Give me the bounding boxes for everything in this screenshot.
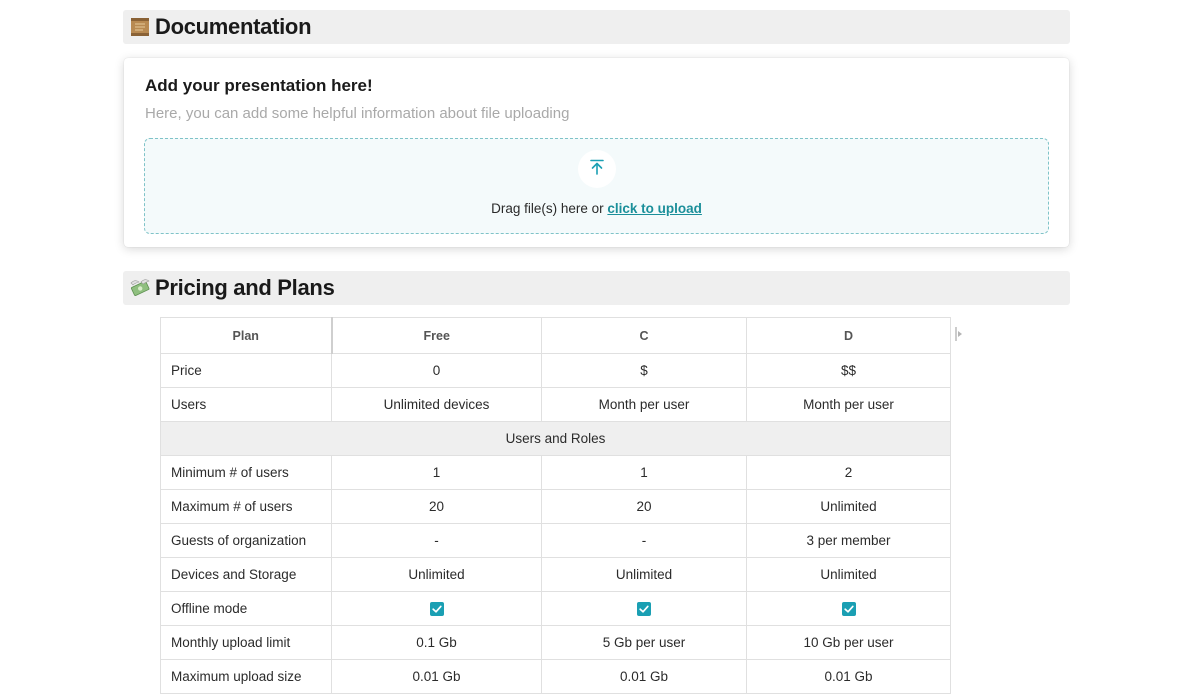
table-header-row: Plan Free C D	[160, 317, 951, 354]
cell-checkbox	[331, 591, 542, 626]
cell-value: 0.01 Gb	[746, 659, 951, 694]
table-row: Minimum # of users 1 1 2	[160, 455, 951, 490]
scroll-icon	[129, 16, 151, 38]
group-label: Users and Roles	[160, 421, 951, 456]
header-c: C	[541, 317, 747, 354]
cell-value: $$	[746, 353, 951, 388]
documentation-title: Documentation	[155, 14, 312, 39]
row-label: Users	[160, 387, 332, 422]
table-row: Maximum upload size 0.01 Gb 0.01 Gb 0.01…	[160, 659, 951, 694]
pricing-table: Plan Free C D Price 0 $ $$ Users Unlimit…	[160, 317, 951, 694]
pricing-title: Pricing and Plans	[155, 275, 335, 300]
offline-mode-c-checkbox[interactable]	[637, 602, 651, 617]
row-label: Minimum # of users	[160, 455, 332, 490]
cell-value: Unlimited	[541, 557, 747, 592]
click-to-upload-link[interactable]: click to upload	[607, 201, 702, 216]
table-row: Offline mode	[160, 591, 951, 626]
cell-value: 0	[331, 353, 542, 388]
upload-title: Add your presentation here!	[145, 76, 373, 95]
offline-mode-free-checkbox[interactable]	[429, 602, 444, 617]
cell-value: -	[541, 523, 747, 558]
cell-value: Unlimited	[746, 489, 951, 524]
cell-value: Month per user	[541, 387, 747, 422]
cell-value: Month per user	[746, 387, 951, 422]
table-row: Maximum # of users 20 20 Unlimited	[160, 489, 951, 524]
cell-value: Unlimited	[331, 557, 542, 592]
cell-value: $	[541, 353, 747, 388]
row-label: Devices and Storage	[160, 557, 332, 592]
upload-card: Add your presentation here! Here, you ca…	[124, 58, 1069, 247]
cell-value: 0.01 Gb	[541, 659, 747, 694]
documentation-header: Documentation	[123, 10, 1070, 44]
cell-value: 1	[541, 455, 747, 490]
cell-value: 3 per member	[746, 523, 951, 558]
cell-value: 1	[331, 455, 542, 490]
pricing-header: Pricing and Plans	[123, 271, 1070, 305]
table-row: Users Unlimited devices Month per user M…	[160, 387, 951, 422]
row-label: Monthly upload limit	[160, 625, 332, 660]
row-label: Offline mode	[160, 591, 332, 626]
cell-checkbox	[746, 591, 951, 626]
cell-value: 20	[331, 489, 542, 524]
row-label: Price	[160, 353, 332, 388]
cell-value: Unlimited devices	[331, 387, 542, 422]
offline-mode-d-checkbox[interactable]	[841, 602, 856, 617]
drop-text: Drag file(s) here or	[491, 201, 608, 216]
upload-arrow-icon	[588, 158, 606, 181]
file-dropzone[interactable]: Drag file(s) here or click to upload	[144, 138, 1049, 234]
table-row: Monthly upload limit 0.1 Gb 5 Gb per use…	[160, 625, 951, 660]
cell-value: Unlimited	[746, 557, 951, 592]
row-label: Maximum # of users	[160, 489, 332, 524]
money-wings-icon	[129, 277, 151, 299]
drop-text-line: Drag file(s) here or click to upload	[145, 201, 1048, 216]
cell-checkbox	[541, 591, 747, 626]
table-row: Price 0 $ $$	[160, 353, 951, 388]
table-row: Guests of organization - - 3 per member	[160, 523, 951, 558]
header-plan: Plan	[160, 317, 333, 354]
cell-value: 0.01 Gb	[331, 659, 542, 694]
header-free: Free	[331, 317, 542, 354]
cell-value: 2	[746, 455, 951, 490]
page: Documentation Add your presentation here…	[0, 0, 1200, 700]
cell-value: 0.1 Gb	[331, 625, 542, 660]
header-d: D	[746, 317, 951, 354]
row-label: Maximum upload size	[160, 659, 332, 694]
upload-subtitle: Here, you can add some helpful informati…	[145, 105, 570, 122]
cell-value: 5 Gb per user	[541, 625, 747, 660]
upload-button[interactable]	[578, 150, 616, 188]
cell-value: -	[331, 523, 542, 558]
column-handle-icon[interactable]	[954, 326, 964, 342]
row-label: Guests of organization	[160, 523, 332, 558]
table-row: Devices and Storage Unlimited Unlimited …	[160, 557, 951, 592]
cell-value: 20	[541, 489, 747, 524]
cell-value: 10 Gb per user	[746, 625, 951, 660]
group-row-users-and-roles: Users and Roles	[160, 421, 951, 456]
